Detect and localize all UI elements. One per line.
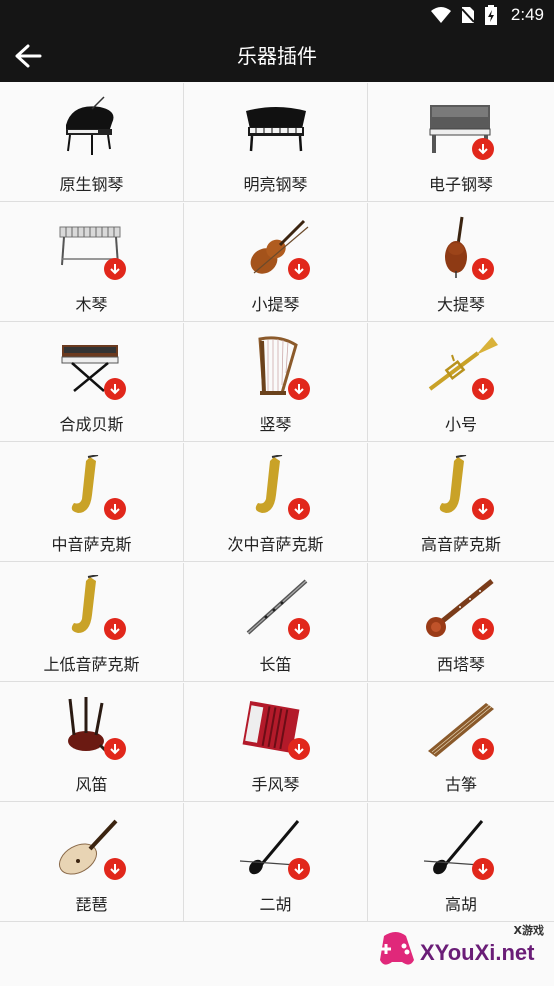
watermark-small-text: X游戏	[513, 924, 544, 937]
download-icon[interactable]	[104, 738, 126, 760]
instrument-label: 合成贝斯	[59, 415, 124, 434]
download-icon[interactable]	[104, 258, 126, 280]
instrument-label: 长笛	[259, 655, 292, 674]
instrument-label: 高音萨克斯	[420, 535, 501, 554]
instrument-label: 原生钢琴	[59, 175, 124, 194]
gamepad-logo-icon	[380, 932, 414, 965]
download-icon[interactable]	[104, 378, 126, 400]
instrument-cell-gaohu[interactable]: 高胡	[368, 803, 554, 922]
instrument-cell-xylophone[interactable]: 木琴	[0, 203, 184, 322]
instrument-label: 木琴	[75, 295, 108, 314]
download-icon[interactable]	[104, 618, 126, 640]
instrument-label: 电子钢琴	[428, 175, 493, 194]
instrument-cell-soprano-sax[interactable]: 高音萨克斯	[368, 443, 554, 562]
instrument-label: 小号	[444, 415, 477, 434]
wifi-icon	[430, 7, 451, 23]
instrument-cell-grand-piano[interactable]: 原生钢琴	[0, 83, 184, 202]
download-icon[interactable]	[472, 378, 494, 400]
download-icon[interactable]	[104, 858, 126, 880]
instrument-cell-synth-bass[interactable]: 合成贝斯	[0, 323, 184, 442]
download-icon[interactable]	[288, 258, 310, 280]
download-icon[interactable]	[472, 738, 494, 760]
instrument-cell-sitar[interactable]: 西塔琴	[368, 563, 554, 682]
download-icon[interactable]	[288, 858, 310, 880]
instrument-label: 次中音萨克斯	[227, 535, 324, 554]
page-title: 乐器插件	[237, 44, 317, 68]
app-bar: 乐器插件	[0, 30, 554, 82]
instrument-label: 上低音萨克斯	[43, 655, 140, 674]
instrument-cell-violin[interactable]: 小提琴	[184, 203, 368, 322]
watermark: X游戏 XYouXi.net	[376, 922, 546, 972]
instrument-cell-flute[interactable]: 长笛	[184, 563, 368, 682]
grand-piano-icon	[66, 96, 114, 155]
instrument-cell-electric-piano[interactable]: 电子钢琴	[368, 83, 554, 202]
instrument-label: 西塔琴	[436, 655, 485, 674]
download-icon[interactable]	[288, 498, 310, 520]
download-icon[interactable]	[288, 738, 310, 760]
instrument-label: 手风琴	[251, 775, 300, 794]
instrument-cell-bagpipe[interactable]: 风笛	[0, 683, 184, 802]
instrument-cell-alto-sax[interactable]: 中音萨克斯	[0, 443, 184, 562]
download-icon[interactable]	[288, 618, 310, 640]
instrument-label: 中音萨克斯	[51, 535, 132, 554]
no-sim-icon	[461, 7, 475, 23]
instrument-cell-erhu[interactable]: 二胡	[184, 803, 368, 922]
instrument-label: 竖琴	[259, 415, 292, 434]
watermark-text: XYouXi.net	[420, 940, 535, 965]
instrument-cell-guzheng[interactable]: 古筝	[368, 683, 554, 802]
instrument-label: 琵琶	[75, 895, 108, 914]
instrument-cell-cello[interactable]: 大提琴	[368, 203, 554, 322]
instrument-cell-baritone-sax[interactable]: 上低音萨克斯	[0, 563, 184, 682]
status-icons: 2:49	[430, 0, 544, 30]
download-icon[interactable]	[472, 858, 494, 880]
download-icon[interactable]	[472, 618, 494, 640]
instrument-label: 二胡	[259, 895, 292, 914]
battery-icon	[484, 5, 497, 25]
download-icon[interactable]	[288, 378, 310, 400]
status-time: 2:49	[510, 5, 544, 24]
instrument-cell-bright-piano[interactable]: 明亮钢琴	[184, 83, 368, 202]
status-bar: 2:49	[0, 0, 554, 30]
download-icon[interactable]	[472, 498, 494, 520]
instrument-label: 大提琴	[436, 295, 485, 314]
instrument-label: 古筝	[444, 775, 477, 794]
instrument-cell-tenor-sax[interactable]: 次中音萨克斯	[184, 443, 368, 562]
download-icon[interactable]	[472, 258, 494, 280]
instrument-label: 小提琴	[251, 295, 300, 314]
bright-piano-icon	[246, 107, 306, 152]
instrument-cell-harp[interactable]: 竖琴	[184, 323, 368, 442]
instrument-label: 高胡	[444, 895, 477, 914]
download-icon[interactable]	[472, 138, 494, 160]
download-icon[interactable]	[104, 498, 126, 520]
instrument-label: 风笛	[75, 775, 108, 794]
instrument-cell-pipa[interactable]: 琵琶	[0, 803, 184, 922]
instrument-label: 明亮钢琴	[243, 175, 308, 194]
instrument-cell-accordion[interactable]: 手风琴	[184, 683, 368, 802]
instrument-cell-trumpet[interactable]: 小号	[368, 323, 554, 442]
